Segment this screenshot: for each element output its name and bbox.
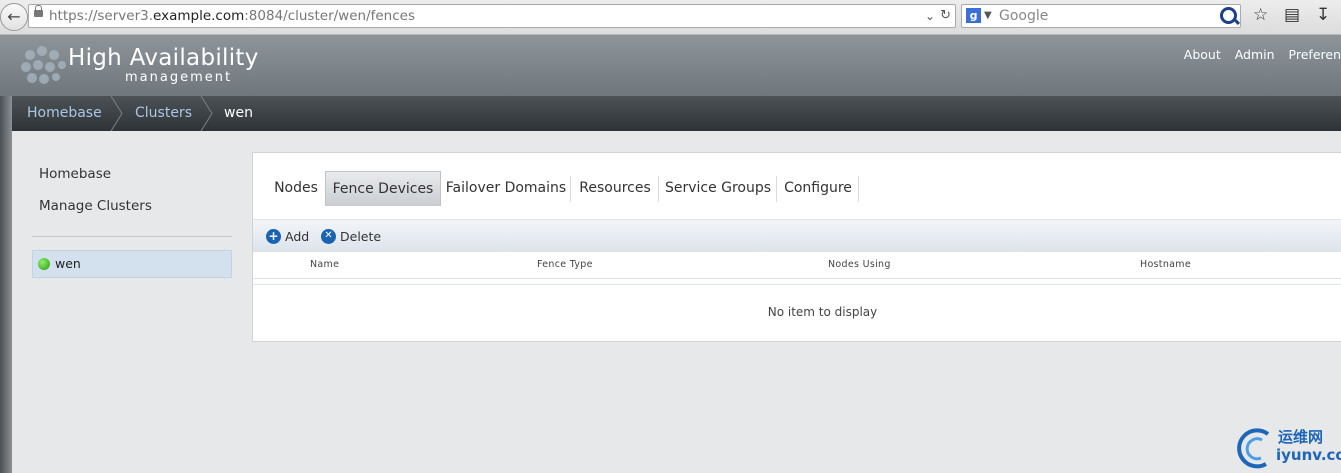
watermark-logo: 运维网 iyunv.com [1236,424,1341,473]
status-online-icon [38,258,50,270]
column-header-nodes-using[interactable]: Nodes Using [828,259,891,270]
url-text: https://server3.example.com:8084/cluster… [49,8,415,24]
app-subtitle: management [125,70,233,85]
engine-dropdown-icon[interactable]: ▼ [984,5,992,27]
cluster-name: wen [55,256,81,271]
breadcrumb-separator-icon [110,96,123,131]
back-arrow-icon[interactable]: ← [0,3,28,31]
empty-table-message: No item to display [767,305,878,319]
tab-divider [776,176,777,202]
table-header: Name Fence Type Nodes Using Hostname [253,251,1341,279]
sidebar-divider [32,236,232,237]
tab-divider [658,176,659,202]
url-dropdown-icon[interactable]: ⌄ [925,5,935,27]
breadcrumb-current: wen [224,105,253,121]
app-header: High Availability management About Admin… [0,35,1341,96]
add-button[interactable]: + Add [266,229,309,245]
bookmarks-list-icon[interactable]: ▤ [1284,4,1300,26]
sidebar-item-homebase[interactable]: Homebase [39,166,111,182]
browser-toolbar: ← https://server3.example.com:8084/clust… [0,0,1341,35]
column-header-fence-type[interactable]: Fence Type [537,259,593,270]
column-header-hostname[interactable]: Hostname [1140,259,1191,270]
search-placeholder: Google [999,8,1049,24]
tab-configure[interactable]: Configure [779,171,857,205]
sidebar-cluster-item[interactable]: wen [32,250,232,278]
main-panel: Nodes Fence Devices Failover Domains Res… [252,152,1341,342]
app-title: High Availability [68,45,259,71]
nav-admin[interactable]: Admin [1235,47,1275,62]
download-icon[interactable]: ↧ [1316,4,1330,26]
tab-failover-domains[interactable]: Failover Domains [443,171,569,205]
breadcrumb-homebase[interactable]: Homebase [27,96,102,131]
nav-preferences[interactable]: Preferen [1289,47,1341,62]
tab-divider [570,176,571,202]
tab-divider [858,176,859,202]
delete-button[interactable]: ✕ Delete [321,229,381,245]
breadcrumb-clusters[interactable]: Clusters [135,96,192,131]
lock-icon [34,5,43,17]
top-nav: About Admin Preferen [1174,47,1341,62]
tab-nodes[interactable]: Nodes [269,171,323,205]
address-bar[interactable]: https://server3.example.com:8084/cluster… [28,4,956,28]
breadcrumb: Homebase Clusters wen [12,96,1341,131]
search-bar[interactable]: g ▼ Google [961,4,1241,28]
tab-bar: Nodes Fence Devices Failover Domains Res… [253,171,1341,206]
google-engine-icon[interactable]: g [966,8,981,23]
watermark-swirl-icon [1237,428,1270,469]
watermark-text-domain: iyunv.com [1276,446,1341,464]
search-icon[interactable] [1220,7,1237,24]
action-toolbar: + Add ✕ Delete [253,219,1341,251]
plus-icon: + [266,229,281,244]
reload-icon[interactable]: ↻ [940,5,951,27]
column-header-name[interactable]: Name [310,259,339,270]
nav-about[interactable]: About [1184,47,1221,62]
table-body: No item to display [253,284,1341,341]
x-icon: ✕ [321,229,336,244]
tab-fence-devices[interactable]: Fence Devices [325,171,441,206]
breadcrumb-separator-icon [200,96,213,131]
bookmark-star-icon[interactable]: ☆ [1253,4,1268,26]
hexagon-logo-icon [21,46,66,84]
left-edge-shadow [0,96,12,473]
tab-resources[interactable]: Resources [573,171,657,205]
watermark-text-cn: 运维网 [1278,428,1324,446]
sidebar-item-manage-clusters[interactable]: Manage Clusters [39,198,152,214]
tab-service-groups[interactable]: Service Groups [661,171,775,205]
